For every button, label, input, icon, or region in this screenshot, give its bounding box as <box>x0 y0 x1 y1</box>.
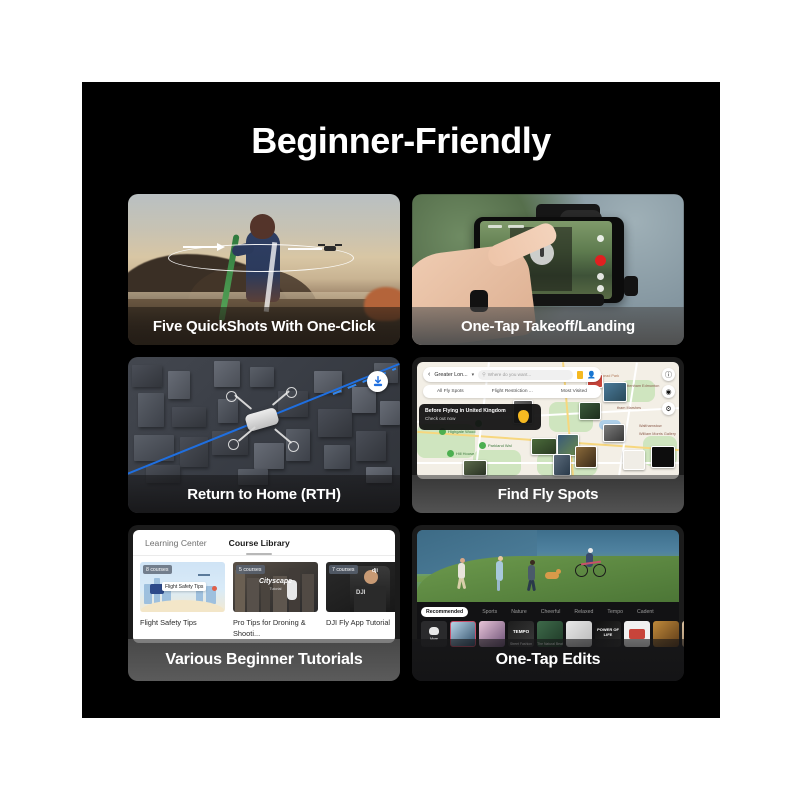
course-overlay-label: dji <box>372 568 378 574</box>
course-title: DJI Fly App Tutorial <box>326 618 391 627</box>
tab-cadent[interactable]: Cadent <box>637 609 654 615</box>
feature-panel: Beginner-Friendly Five QuickShots With O… <box>82 82 720 718</box>
poi-label-cn: tham Marshes <box>617 406 642 410</box>
tab-relaxed[interactable]: Relaxed <box>574 609 593 615</box>
tab-sports[interactable]: Sports <box>482 609 497 615</box>
info-icon[interactable]: ⓘ <box>662 368 675 381</box>
search-icon: ⚲ <box>482 371 486 378</box>
tab-nature[interactable]: Nature <box>511 609 527 615</box>
back-chevron-icon[interactable]: ‹ <box>428 371 430 378</box>
course-badge: 5 courses <box>236 565 265 574</box>
download-icon <box>429 627 439 635</box>
card-rth[interactable]: Return to Home (RTH) <box>128 357 400 513</box>
tab-tempo[interactable]: Tempo <box>607 609 623 615</box>
chip-flight-restriction[interactable]: Flight Restriction ... <box>492 389 533 394</box>
search-placeholder: Where do you want... <box>487 372 532 377</box>
template-tab-bar[interactable]: Recommended Sports Nature Cheerful Relax… <box>421 606 675 618</box>
card-label-quickshots: Five QuickShots With One-Click <box>128 307 400 345</box>
bicycle-icon <box>575 564 588 577</box>
poi-label-cn: Walthamstow <box>639 424 662 428</box>
warning-pin-icon <box>518 410 529 423</box>
course-badge: 7 courses <box>329 565 358 574</box>
course-card[interactable]: Cityscape Tutorial 5 courses Pro Tips fo… <box>233 562 318 639</box>
card-label-tutorials: Various Beginner Tutorials <box>128 639 400 681</box>
tab-recommended[interactable]: Recommended <box>421 607 469 617</box>
home-point-icon <box>367 371 388 392</box>
card-label-rth: Return to Home (RTH) <box>128 475 400 513</box>
card-flyspots[interactable]: Highgate Wood Cemetery Parkland Wal Hill… <box>412 357 684 513</box>
tab-cheerful[interactable]: Cheerful <box>541 609 561 615</box>
card-takeoff[interactable]: One-Tap Takeoff/Landing <box>412 194 684 345</box>
record-button-icon <box>595 255 606 266</box>
city-selector[interactable]: Greater Lon... <box>434 372 467 378</box>
drone-icon <box>318 244 342 251</box>
profile-icon[interactable]: 👤 <box>587 371 596 379</box>
card-label-flyspots: Find Fly Spots <box>412 475 684 513</box>
feature-card-grid: Five QuickShots With One-Click One-Tap T… <box>128 194 684 681</box>
card-quickshots[interactable]: Five QuickShots With One-Click <box>128 194 400 345</box>
course-title: Pro Tips for Droning & Shooti... <box>233 618 306 638</box>
tab-course-library[interactable]: Course Library <box>229 538 290 548</box>
course-card[interactable]: Flight Safety Tips 8 courses Flight Safe… <box>140 562 225 639</box>
course-overlay-label: Flight Safety Tips <box>162 582 207 591</box>
card-tutorials[interactable]: Learning Center Course Library Flight Sa… <box>128 525 400 681</box>
search-input[interactable]: ⚲ Where do you want... <box>478 369 574 380</box>
map-filter-chips[interactable]: All Fly Spots Flight Restriction ... Mos… <box>423 385 601 398</box>
tab-learning-center[interactable]: Learning Center <box>145 538 207 548</box>
direction-arrow-icon <box>183 243 225 251</box>
tutorials-tab-bar[interactable]: Learning Center Course Library <box>133 530 395 556</box>
chip-most-visited[interactable]: Most Visited <box>561 389 587 394</box>
template-overlay-text: TEMPO <box>512 629 530 634</box>
poi-label-cn: William Morris Gallery <box>639 432 676 436</box>
course-list: Flight Safety Tips 8 courses Flight Safe… <box>140 562 395 639</box>
poi-label: Parkland Wal <box>488 443 512 448</box>
card-edits[interactable]: Recommended Sports Nature Cheerful Relax… <box>412 525 684 681</box>
template-picker-panel: Recommended Sports Nature Cheerful Relax… <box>417 602 684 647</box>
settings-icon[interactable]: ⚙ <box>662 402 675 415</box>
chevron-down-icon[interactable]: ▾ <box>472 372 475 378</box>
poi-label: Hill House <box>456 451 475 456</box>
geo-notice-banner[interactable]: Before Flying in United Kingdom Check ou… <box>419 404 541 430</box>
eye-icon[interactable]: ◉ <box>662 385 675 398</box>
map-top-bar[interactable]: ‹ Greater Lon... ▾ ⚲ Where do you want..… <box>423 367 601 382</box>
card-label-edits: One-Tap Edits <box>412 639 684 681</box>
page-title: Beginner-Friendly <box>251 120 551 161</box>
card-label-takeoff: One-Tap Takeoff/Landing <box>412 307 684 345</box>
card-icon[interactable] <box>577 370 584 379</box>
course-title: Flight Safety Tips <box>140 618 197 627</box>
template-overlay-text: POWER OF LIFE <box>597 627 619 637</box>
course-overlay-label: Cityscape <box>258 578 293 585</box>
course-badge: 8 courses <box>143 565 172 574</box>
chip-all-fly-spots[interactable]: All Fly Spots <box>437 389 464 394</box>
course-card[interactable]: DJI dji 7 courses DJI Fly App Tutorial <box>326 562 395 639</box>
